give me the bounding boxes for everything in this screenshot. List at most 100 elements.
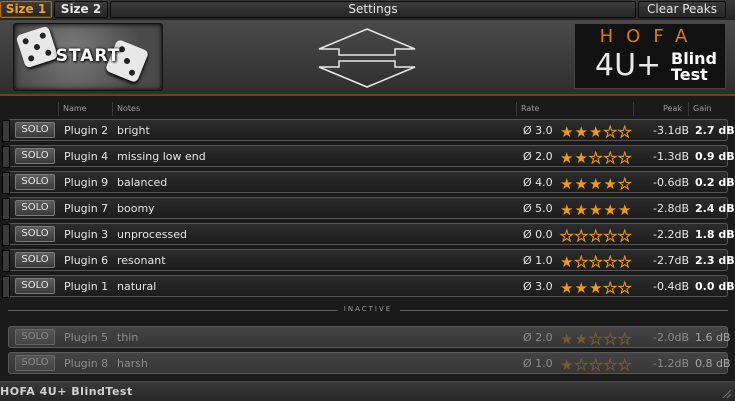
star-empty-icon[interactable]: ★ [618, 280, 633, 297]
row-handle[interactable] [2, 146, 10, 168]
plugin-notes[interactable]: boomy [117, 202, 155, 215]
star-rating[interactable]: ★★★★★ [560, 200, 633, 218]
start-button[interactable]: START [13, 23, 163, 91]
plugin-notes[interactable]: harsh [117, 357, 148, 370]
star-rating[interactable]: ★★★★★ [560, 329, 633, 348]
star-empty-icon[interactable]: ★ [603, 150, 619, 167]
plugin-notes[interactable]: thin [117, 331, 138, 344]
plugin-row[interactable]: SOLO Plugin 2 bright Ø 3.0 ★★★★★ -3.1dB 2.7 dB [2, 119, 735, 142]
star-empty-icon[interactable]: ★ [560, 228, 575, 245]
plugin-notes[interactable]: missing low end [117, 150, 206, 163]
inactive-plugin-row[interactable]: SOLO Plugin 8 harsh Ø 1.0 ★★★★★ -1.2dB 0.8 dB [8, 352, 731, 374]
plugin-row[interactable]: SOLO Plugin 3 unprocessed Ø 0.0 ★★★★★ -2.2dB 1… [2, 223, 735, 246]
row-handle[interactable] [2, 250, 10, 272]
star-empty-icon[interactable]: ★ [618, 254, 633, 271]
star-rating[interactable]: ★★★★★ [560, 174, 633, 193]
star-filled-icon[interactable]: ★ [575, 176, 590, 192]
star-rating[interactable]: ★★★★★ [560, 252, 633, 271]
star-empty-icon[interactable]: ★ [603, 254, 619, 271]
star-filled-icon[interactable]: ★ [575, 280, 590, 296]
star-filled-icon[interactable]: ★ [560, 280, 575, 296]
plugin-notes[interactable]: balanced [117, 176, 167, 189]
star-filled-icon[interactable]: ★ [589, 202, 604, 218]
star-empty-icon[interactable]: ★ [603, 280, 619, 297]
clear-peaks-button[interactable]: Clear Peaks [638, 1, 726, 18]
plugin-notes[interactable]: resonant [117, 254, 166, 267]
star-filled-icon[interactable]: ★ [589, 124, 604, 140]
star-empty-icon[interactable]: ★ [589, 357, 604, 374]
star-empty-icon[interactable]: ★ [618, 124, 633, 141]
solo-button[interactable]: SOLO [15, 174, 55, 190]
plugin-row[interactable]: SOLO Plugin 6 resonant Ø 1.0 ★★★★★ -2.7dB 2.3 … [2, 249, 735, 272]
star-filled-icon[interactable]: ★ [560, 254, 575, 270]
row-handle[interactable] [2, 224, 10, 246]
peak-value: -2.8dB [653, 202, 689, 215]
inactive-plugin-row[interactable]: SOLO Plugin 5 thin Ø 2.0 ★★★★★ -2.0dB 1.6 dB [8, 326, 731, 348]
plugin-row[interactable]: SOLO Plugin 7 boomy Ø 5.0 ★★★★★ -2.8dB 2.4 dB [2, 197, 735, 220]
star-rating[interactable]: ★★★★★ [560, 148, 633, 167]
plugin-row[interactable]: SOLO Plugin 1 natural Ø 3.0 ★★★★★ -0.4dB 0.0 d… [2, 275, 735, 298]
star-empty-icon[interactable]: ★ [574, 228, 590, 245]
star-filled-icon[interactable]: ★ [575, 331, 590, 347]
row-handle[interactable] [2, 120, 10, 142]
star-filled-icon[interactable]: ★ [604, 176, 619, 192]
star-empty-icon[interactable]: ★ [589, 254, 604, 271]
resize-grip-icon[interactable] [720, 387, 732, 399]
plugin-notes[interactable]: bright [117, 124, 150, 137]
star-empty-icon[interactable]: ★ [589, 228, 604, 245]
star-rating[interactable]: ★★★★★ [560, 122, 633, 141]
swap-arrows-icon[interactable] [315, 27, 419, 89]
star-rating[interactable]: ★★★★★ [560, 226, 633, 245]
solo-button[interactable]: SOLO [15, 355, 55, 371]
solo-button[interactable]: SOLO [15, 278, 55, 294]
plugin-notes[interactable]: unprocessed [117, 228, 187, 241]
plugin-notes[interactable]: natural [117, 280, 156, 293]
star-empty-icon[interactable]: ★ [618, 228, 633, 245]
star-empty-icon[interactable]: ★ [589, 150, 604, 167]
star-empty-icon[interactable]: ★ [603, 228, 619, 245]
solo-button[interactable]: SOLO [15, 329, 55, 345]
star-empty-icon[interactable]: ★ [603, 331, 619, 348]
star-rating[interactable]: ★★★★★ [560, 355, 633, 374]
star-filled-icon[interactable]: ★ [618, 202, 633, 218]
star-empty-icon[interactable]: ★ [618, 176, 633, 193]
star-empty-icon[interactable]: ★ [618, 150, 633, 167]
plugin-name: Plugin 7 [64, 202, 109, 215]
star-empty-icon[interactable]: ★ [618, 331, 633, 348]
solo-button[interactable]: SOLO [15, 200, 55, 216]
star-empty-icon[interactable]: ★ [589, 331, 604, 348]
row-handle[interactable] [2, 276, 10, 298]
star-empty-icon[interactable]: ★ [603, 357, 619, 374]
row-handle[interactable] [2, 198, 10, 220]
star-filled-icon[interactable]: ★ [589, 176, 604, 192]
star-empty-icon[interactable]: ★ [603, 124, 619, 141]
star-empty-icon[interactable]: ★ [574, 254, 590, 271]
star-filled-icon[interactable]: ★ [575, 150, 590, 166]
solo-button[interactable]: SOLO [15, 122, 55, 138]
star-filled-icon[interactable]: ★ [560, 202, 575, 218]
row-handle[interactable] [2, 172, 10, 194]
star-empty-icon[interactable]: ★ [574, 357, 590, 374]
peak-value: -2.7dB [653, 254, 689, 267]
star-filled-icon[interactable]: ★ [604, 202, 619, 218]
settings-button[interactable]: Settings [110, 1, 636, 18]
star-filled-icon[interactable]: ★ [560, 357, 575, 373]
star-filled-icon[interactable]: ★ [575, 202, 590, 218]
logo-product-line2: Test [671, 65, 708, 84]
solo-button[interactable]: SOLO [15, 148, 55, 164]
star-rating[interactable]: ★★★★★ [560, 278, 633, 297]
star-filled-icon[interactable]: ★ [560, 331, 575, 347]
size-2-button[interactable]: Size 2 [54, 1, 108, 18]
plugin-row[interactable]: SOLO Plugin 9 balanced Ø 4.0 ★★★★★ -0.6dB 0.2 … [2, 171, 735, 194]
star-filled-icon[interactable]: ★ [589, 280, 604, 296]
solo-button[interactable]: SOLO [15, 226, 55, 242]
solo-button[interactable]: SOLO [15, 252, 55, 268]
star-filled-icon[interactable]: ★ [560, 150, 575, 166]
star-empty-icon[interactable]: ★ [618, 357, 633, 374]
size-1-button[interactable]: Size 1 [0, 1, 52, 18]
plugin-row[interactable]: SOLO Plugin 4 missing low end Ø 2.0 ★★★★★ -1.… [2, 145, 735, 168]
star-filled-icon[interactable]: ★ [575, 124, 590, 140]
star-filled-icon[interactable]: ★ [560, 124, 575, 140]
star-filled-icon[interactable]: ★ [560, 176, 575, 192]
peak-value: -0.6dB [653, 176, 689, 189]
